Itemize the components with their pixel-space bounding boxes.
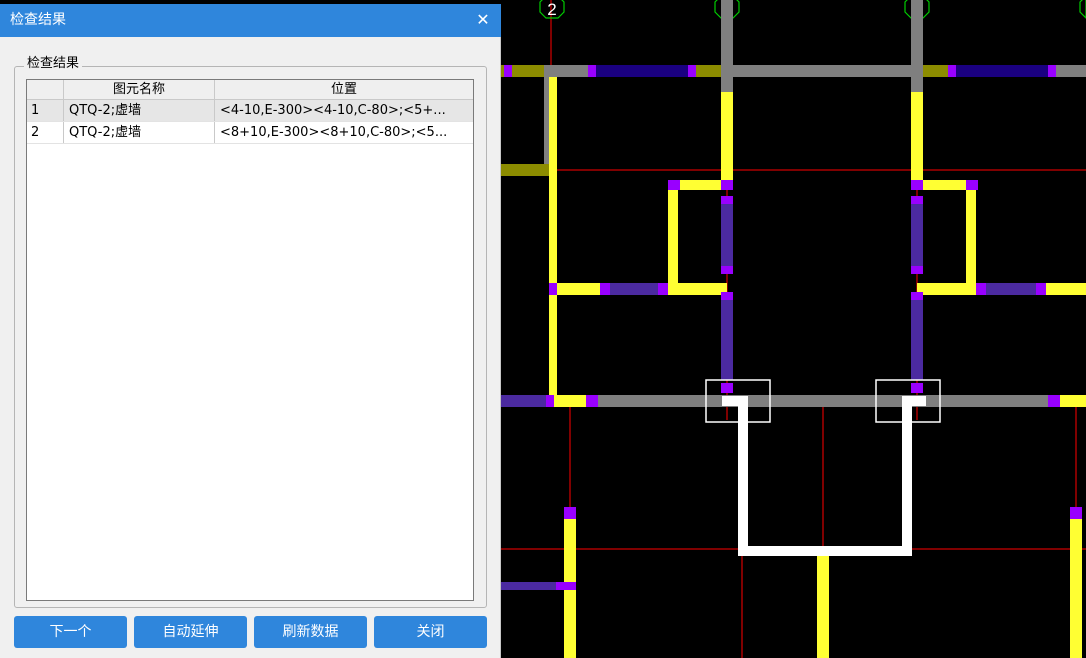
column-header-index[interactable] (27, 80, 64, 99)
row-index: 2 (27, 122, 64, 143)
groupbox-label: 检查结果 (24, 56, 83, 72)
grey-walls (544, 0, 1086, 407)
table-row[interactable]: 2 QTQ-2;虚墙 <8+10,E-300><8+10,C-80>;<5... (27, 122, 473, 144)
column-header-name[interactable]: 图元名称 (64, 80, 215, 99)
purple-walls (501, 65, 1050, 590)
refresh-data-button[interactable]: 刷新数据 (254, 616, 367, 648)
row-position: <8+10,E-300><8+10,C-80>;<5... (220, 125, 448, 140)
row-name: QTQ-2;虚墙 (64, 100, 215, 121)
auto-extend-button[interactable]: 自动延伸 (134, 616, 247, 648)
axis-grid-lines (501, 0, 1086, 658)
close-button[interactable]: 关闭 (374, 616, 487, 648)
next-button[interactable]: 下一个 (14, 616, 127, 648)
dialog-title: 检查结果 (10, 12, 66, 28)
row-position: <4-10,E-300><4-10,C-80>;<5+... (220, 103, 446, 118)
result-table[interactable]: 图元名称 位置 1 QTQ-2;虚墙 <4-10,E-300><4-10,C-8… (26, 79, 474, 601)
axis-label-2: 2 (547, 0, 556, 19)
row-index: 1 (27, 100, 64, 121)
dialog-titlebar[interactable]: 检查结果 ✕ (0, 4, 501, 37)
column-header-position[interactable]: 位置 (215, 80, 473, 99)
axis-bubble-partial (1079, 0, 1086, 19)
table-header: 图元名称 位置 (27, 80, 473, 100)
check-result-dialog: 检查结果 ✕ 检查结果 图元名称 位置 1 QTQ-2;虚墙 <4-10,E-3… (0, 4, 501, 658)
row-name: QTQ-2;虚墙 (64, 122, 215, 143)
yellow-walls (549, 77, 1086, 658)
close-icon[interactable]: ✕ (473, 9, 493, 31)
table-row[interactable]: 1 QTQ-2;虚墙 <4-10,E-300><4-10,C-80>;<5+..… (27, 100, 473, 122)
axis-bubble-2: 2 (539, 0, 565, 19)
purple-markers (504, 65, 1082, 590)
